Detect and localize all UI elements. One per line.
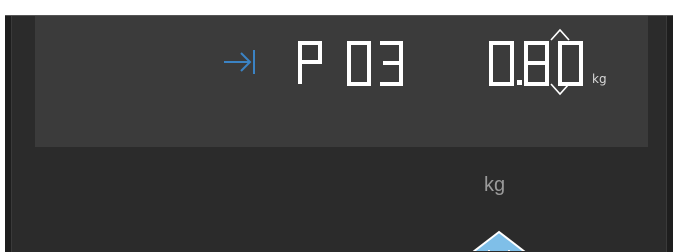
- unit-key-label[interactable]: kg: [484, 174, 505, 197]
- weight-unit-label: kg: [592, 72, 607, 86]
- display-char-0: [347, 41, 371, 86]
- decimal-point: [517, 80, 522, 85]
- display-graphics: [224, 28, 583, 251]
- display-char-p: [298, 41, 322, 84]
- display-char-0b: [489, 41, 514, 86]
- display-char-3: [380, 41, 403, 86]
- display-char-8: [524, 41, 549, 86]
- up-arrow-icon: [472, 230, 526, 251]
- frame: kg kg: [0, 0, 678, 252]
- arrow-to-end-icon: [224, 50, 255, 74]
- display-char-0c: [558, 41, 583, 86]
